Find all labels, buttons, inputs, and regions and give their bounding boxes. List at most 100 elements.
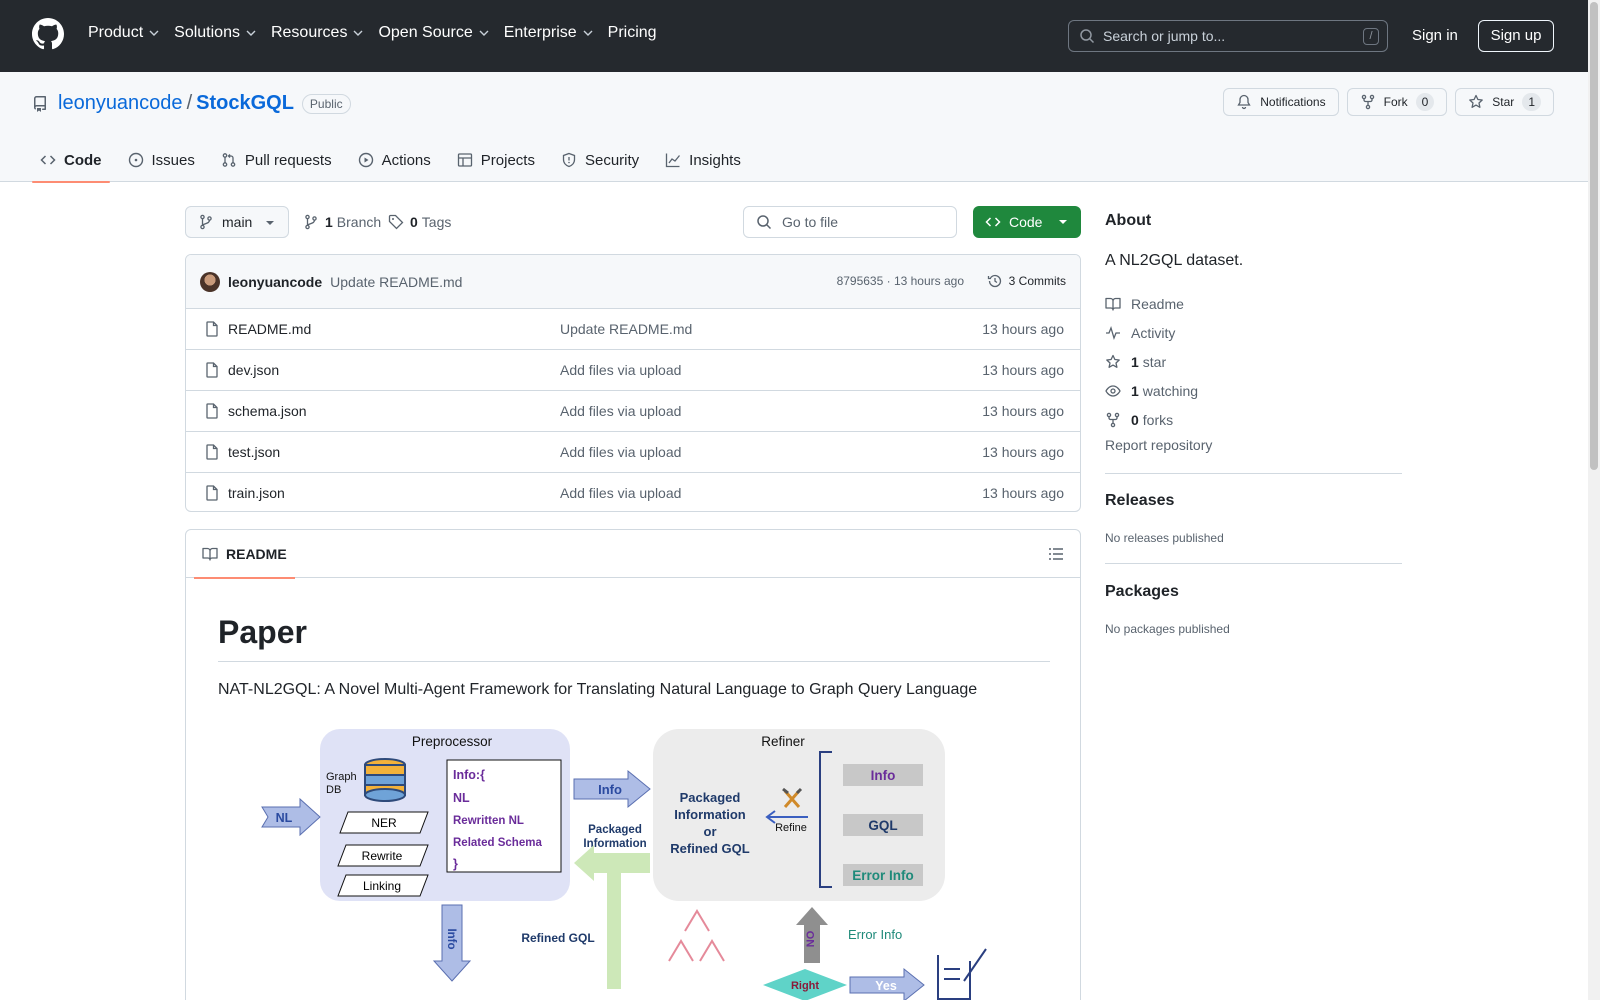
fork-count: 0 [1415, 93, 1435, 111]
graph-icon [666, 153, 681, 168]
commit-sha-time[interactable]: 8795635 · 13 hours ago [837, 274, 964, 288]
repo-owner-link[interactable]: leonyuancode [58, 92, 183, 115]
nav-enterprise-label: Enterprise [503, 24, 577, 41]
tag-count: 0 [410, 214, 418, 230]
code-dropdown-button[interactable]: Code [973, 206, 1081, 238]
file-name-link[interactable]: schema.json [228, 403, 307, 419]
repo-icon [33, 95, 46, 112]
file-name-link[interactable]: README.md [228, 321, 311, 337]
refiner-error-label: Error Info [852, 868, 914, 883]
tab-security[interactable]: Security [553, 138, 647, 182]
watching-link[interactable]: 1 watching [1105, 376, 1198, 405]
nav-pricing[interactable]: Pricing [608, 24, 657, 42]
file-commit-message[interactable]: Update README.md [560, 321, 692, 337]
database-icon [364, 758, 406, 802]
search-hotkey: / [1363, 28, 1379, 45]
visibility-badge: Public [301, 93, 351, 114]
error-info-label: Error Info [848, 927, 902, 942]
nav-resources[interactable]: Resources [271, 24, 364, 42]
file-name-link[interactable]: dev.json [228, 362, 279, 378]
pulse-icon [1106, 325, 1120, 340]
file-age: 13 hours ago [982, 444, 1064, 460]
table-row[interactable]: test.json Add files via upload 13 hours … [186, 432, 1080, 473]
search-icon [1080, 29, 1095, 44]
table-row[interactable]: schema.json Add files via upload 13 hour… [186, 391, 1080, 432]
releases-heading[interactable]: Releases [1105, 492, 1174, 510]
tab-pull-requests[interactable]: Pull requests [213, 138, 340, 182]
readme-paragraph: NAT-NL2GQL: A Novel Multi-Agent Framewor… [218, 681, 978, 698]
table-row[interactable]: README.md Update README.md 13 hours ago [186, 309, 1080, 350]
notifications-button[interactable]: Notifications [1223, 88, 1339, 116]
play-icon [358, 152, 373, 168]
releases-empty-text: No releases published [1105, 531, 1224, 545]
nav-enterprise[interactable]: Enterprise [504, 24, 594, 42]
list-icon[interactable] [1048, 546, 1064, 562]
forks-label: forks [1142, 411, 1174, 428]
table-row[interactable]: dev.json Add files via upload 13 hours a… [186, 350, 1080, 391]
tags-link[interactable]: 0 Tags [388, 214, 451, 230]
search-icon [757, 215, 772, 230]
nav-solutions[interactable]: Solutions [174, 24, 257, 42]
nav-product-label: Product [88, 24, 144, 41]
code-icon [40, 155, 56, 165]
file-commit-message[interactable]: Add files via upload [560, 403, 681, 419]
readme-link[interactable]: Readme [1105, 289, 1198, 318]
file-icon [206, 485, 218, 501]
file-commit-message[interactable]: Add files via upload [560, 485, 681, 501]
chevron-down-icon [149, 30, 159, 36]
activity-link[interactable]: Activity [1105, 318, 1198, 347]
file-commit-message[interactable]: Add files via upload [560, 444, 681, 460]
caret-down-icon [1059, 220, 1067, 224]
file-age: 13 hours ago [982, 403, 1064, 419]
fork-button[interactable]: Fork 0 [1346, 88, 1448, 116]
nav-open-source-label: Open Source [378, 24, 473, 41]
stars-link[interactable]: 1 star [1105, 347, 1198, 376]
nav-product[interactable]: Product [88, 24, 160, 42]
star-button[interactable]: Star 1 [1455, 88, 1554, 116]
tab-issues[interactable]: Issues [120, 138, 203, 182]
refiner-info-label: Info [871, 768, 896, 783]
search-input[interactable]: Search or jump to... / [1068, 20, 1388, 52]
go-to-file-input[interactable]: Go to file [743, 206, 957, 238]
branch-selector[interactable]: main [185, 206, 289, 238]
readme-tab[interactable]: README [194, 530, 295, 579]
tab-actions[interactable]: Actions [350, 138, 439, 182]
scrollbar-thumb[interactable] [1590, 2, 1598, 470]
about-description: A NL2GQL dataset. [1105, 252, 1244, 269]
sign-up-button[interactable]: Sign up [1478, 20, 1554, 52]
file-name-link[interactable]: train.json [228, 485, 285, 501]
tab-code[interactable]: Code [32, 138, 110, 183]
packages-heading[interactable]: Packages [1105, 583, 1179, 601]
page-scrollbar[interactable] [1588, 0, 1600, 1000]
readme-heading: Paper [218, 614, 307, 650]
commit-message-link[interactable]: Update README.md [330, 274, 462, 290]
global-header: Product Solutions Resources Open Source … [0, 0, 1600, 72]
readme-panel: README Paper NAT-NL2GQL: A Novel Multi-A… [185, 529, 1081, 1000]
table-row[interactable]: train.json Add files via upload 13 hours… [186, 473, 1080, 511]
code-button-label: Code [1009, 214, 1043, 230]
repo-name-link[interactable]: StockGQL [196, 92, 294, 115]
yes-label: Yes [875, 979, 897, 993]
issue-icon [128, 152, 143, 168]
forks-link[interactable]: 0 forks [1105, 405, 1198, 434]
go-to-file-placeholder: Go to file [782, 214, 839, 230]
github-logo-icon[interactable] [32, 18, 64, 50]
tab-insights[interactable]: Insights [657, 138, 749, 182]
branches-link[interactable]: 1 Branch [303, 214, 381, 230]
tab-projects[interactable]: Projects [449, 138, 543, 182]
commits-link[interactable]: 3 Commits [987, 273, 1066, 289]
fork-label: Fork [1383, 95, 1408, 109]
repo-actions: Notifications Fork 0 Star 1 [1215, 88, 1554, 116]
sign-in-link[interactable]: Sign in [1412, 27, 1458, 44]
info-line: Rewritten NL [453, 815, 524, 827]
file-name-link[interactable]: test.json [228, 444, 280, 460]
nav-open-source[interactable]: Open Source [378, 24, 489, 42]
fork-icon [1361, 94, 1374, 110]
avatar[interactable] [200, 271, 220, 292]
commit-author-link[interactable]: leonyuancode [228, 274, 322, 290]
right-label: Right [791, 980, 819, 992]
file-commit-message[interactable]: Add files via upload [560, 362, 681, 378]
refiner-text: Information [674, 807, 746, 822]
report-repository-link[interactable]: Report repository [1105, 437, 1212, 453]
nav-solutions-label: Solutions [174, 24, 240, 41]
